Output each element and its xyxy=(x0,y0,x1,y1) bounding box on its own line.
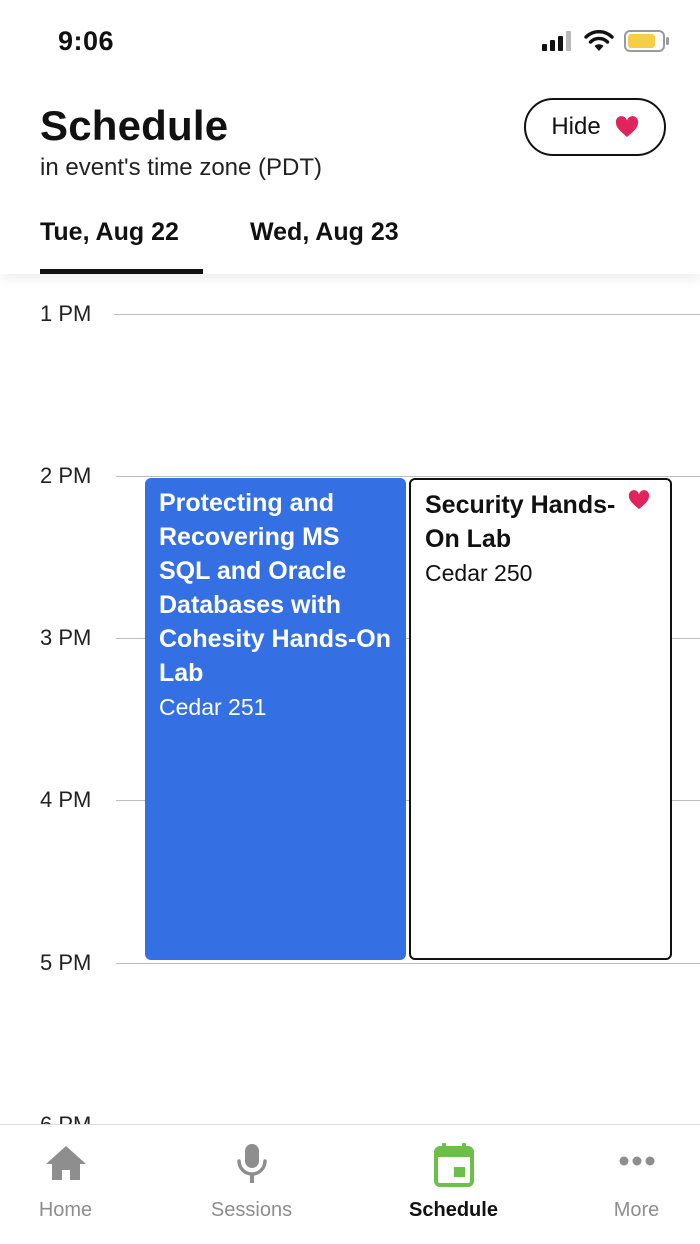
page-title: Schedule xyxy=(40,102,229,149)
nav-label-schedule: Schedule xyxy=(409,1199,498,1221)
hour-label: 1 PM xyxy=(40,301,92,326)
status-time: 9:06 xyxy=(58,26,115,56)
calendar-icon xyxy=(433,1143,474,1187)
nav-label-home: Home xyxy=(38,1199,93,1221)
time-zone-subtitle: in event's time zone (PDT) xyxy=(40,154,323,181)
home-icon xyxy=(45,1146,86,1180)
hour-label: 3 PM xyxy=(40,625,92,650)
hour-label: 6 PM xyxy=(40,1112,91,1124)
hour-label: 2 PM xyxy=(40,463,92,488)
tab-wed-aug-23[interactable]: Wed, Aug 23 xyxy=(250,218,399,247)
bottom-tab-bar: Home Sessions Schedule More xyxy=(0,1124,700,1244)
hour-divider xyxy=(114,314,700,315)
favorite-heart-icon[interactable] xyxy=(628,490,650,510)
status-icons xyxy=(542,30,670,52)
hour-label: 4 PM xyxy=(40,787,92,812)
session-card-cohesity-lab[interactable]: Protecting and Recovering MS SQL and Ora… xyxy=(145,478,406,960)
hour-divider xyxy=(116,963,700,964)
day-tabs: Tue, Aug 22 Wed, Aug 23 xyxy=(0,214,700,274)
nav-more[interactable]: More xyxy=(549,1125,700,1244)
active-tab-indicator xyxy=(40,269,203,274)
hide-button-label: Hide xyxy=(551,113,601,140)
more-dots-icon xyxy=(619,1156,654,1166)
status-bar: 9:06 xyxy=(0,0,700,84)
tab-tue-aug-22[interactable]: Tue, Aug 22 xyxy=(40,218,179,247)
nav-sessions[interactable]: Sessions xyxy=(164,1125,339,1244)
cellular-signal-icon xyxy=(542,31,571,51)
microphone-icon xyxy=(236,1144,267,1183)
hide-favorites-button[interactable]: Hide xyxy=(524,98,666,156)
schedule-header: Schedule in event's time zone (PDT) Hide… xyxy=(0,84,700,274)
nav-schedule[interactable]: Schedule xyxy=(366,1125,541,1244)
session-room: Cedar 251 xyxy=(159,694,267,720)
nav-label-more: More xyxy=(613,1199,660,1221)
session-title: Protecting and Recovering MS SQL and Ora… xyxy=(159,489,391,687)
hour-label: 5 PM xyxy=(40,950,92,975)
hour-divider xyxy=(116,476,700,477)
session-title: Security Hands-On Lab xyxy=(425,491,616,553)
heart-icon xyxy=(615,116,638,137)
session-room: Cedar 250 xyxy=(425,560,533,586)
battery-icon xyxy=(624,30,669,52)
nav-home[interactable]: Home xyxy=(0,1125,153,1244)
nav-label-sessions: Sessions xyxy=(210,1199,293,1221)
schedule-timeline[interactable]: 1 PM 2 PM 3 PM 4 PM 5 PM 6 PM Protecting… xyxy=(0,274,700,1124)
session-card-security-lab[interactable]: Security Hands-On Lab Cedar 250 xyxy=(409,478,672,960)
wifi-icon xyxy=(584,30,614,51)
